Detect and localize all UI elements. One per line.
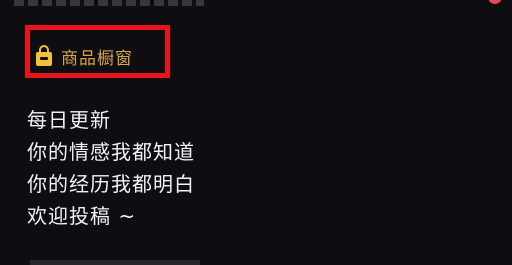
cropped-top-bar — [0, 0, 512, 6]
product-showcase-label: 商品橱窗 — [61, 48, 133, 69]
shopping-bag-icon — [36, 45, 52, 66]
description-line: 你的情感我都知道 — [27, 140, 195, 164]
product-showcase-button[interactable]: 商品橱窗 — [35, 42, 133, 70]
cropped-text — [14, 0, 204, 6]
description-line: 你的经历我都明白 — [27, 172, 195, 196]
notification-dot — [488, 0, 502, 4]
description-line: 每日更新 — [27, 108, 111, 132]
profile-description: 每日更新 你的情感我都知道 你的经历我都明白 欢迎投稿 ~ — [27, 104, 195, 232]
profile-screen: 商品橱窗 每日更新 你的情感我都知道 你的经历我都明白 欢迎投稿 ~ — [0, 0, 512, 265]
cropped-bottom-element — [30, 260, 200, 265]
description-line: 欢迎投稿 ~ — [27, 204, 137, 228]
